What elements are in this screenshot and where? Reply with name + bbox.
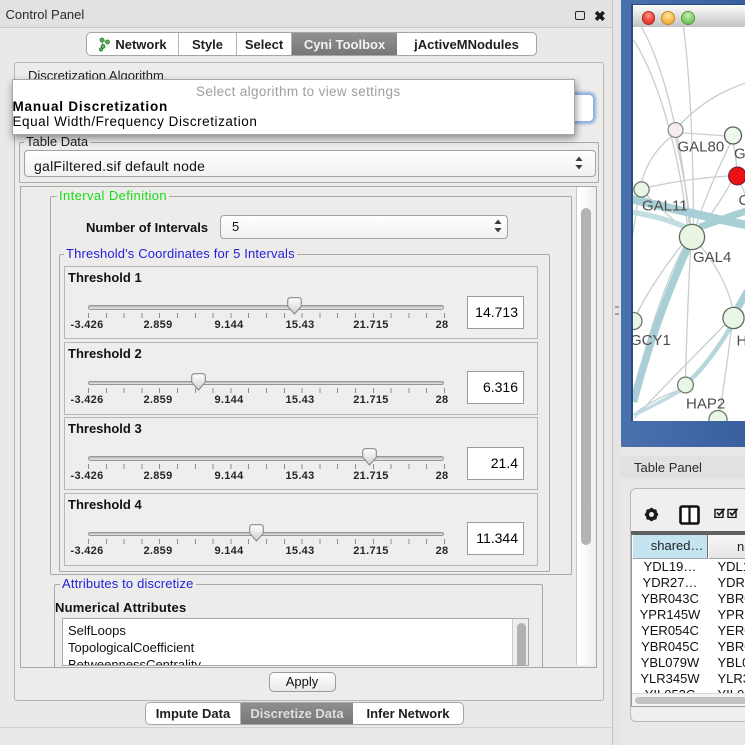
svg-text:GAL4: GAL4 — [693, 249, 731, 266]
svg-text:GA: GA — [734, 146, 745, 163]
svg-text:GAL11: GAL11 — [642, 198, 688, 215]
svg-text:GCY1: GCY1 — [633, 332, 671, 349]
svg-text:HAP2: HAP2 — [686, 396, 725, 413]
svg-text:GAL80: GAL80 — [677, 139, 724, 156]
svg-text:C: C — [738, 192, 745, 209]
svg-text:H: H — [736, 333, 745, 350]
